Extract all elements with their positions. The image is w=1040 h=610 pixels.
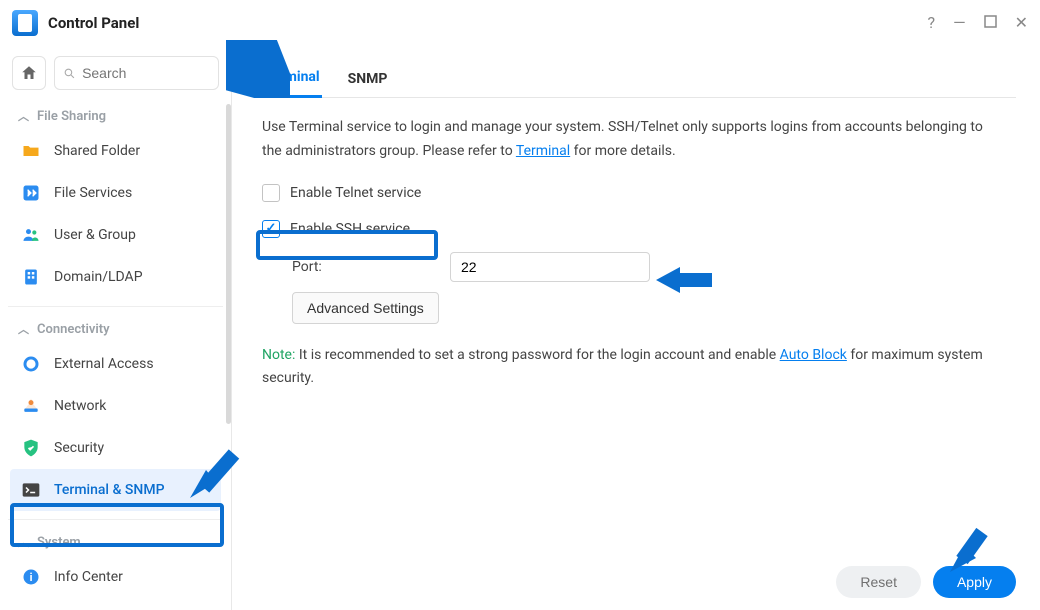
note-label: Note:	[262, 347, 295, 363]
group-label: File Sharing	[37, 109, 106, 124]
sidebar-item-shared-folder[interactable]: Shared Folder	[10, 130, 221, 172]
help-icon[interactable]: ?	[928, 15, 936, 31]
sidebar-item-label: Shared Folder	[54, 143, 140, 159]
file-services-icon	[20, 182, 42, 204]
chevron-up-icon: ︿	[18, 108, 29, 124]
sidebar-item-file-services[interactable]: File Services	[10, 172, 221, 214]
sidebar-item-login-portal[interactable]: Login Portal	[10, 598, 221, 610]
group-label: Connectivity	[37, 322, 110, 337]
sidebar-item-terminal-snmp[interactable]: Terminal & SNMP	[10, 469, 221, 511]
minimize-icon[interactable]: —	[953, 15, 966, 31]
content-pane: Terminal SNMP Use Terminal service to lo…	[232, 46, 1040, 610]
sidebar-item-info-center[interactable]: i Info Center	[10, 556, 221, 598]
tabs: Terminal SNMP	[262, 64, 1016, 98]
auto-block-link[interactable]: Auto Block	[780, 347, 847, 363]
advanced-settings-button[interactable]: Advanced Settings	[292, 292, 439, 324]
user-group-icon	[20, 224, 42, 246]
info-icon: i	[20, 566, 42, 588]
terminal-icon	[20, 479, 42, 501]
sidebar-item-user-group[interactable]: User & Group	[10, 214, 221, 256]
enable-telnet-label: Enable Telnet service	[290, 185, 421, 201]
network-icon	[20, 395, 42, 417]
chevron-up-icon: ︿	[18, 321, 29, 337]
port-label: Port:	[292, 259, 440, 275]
description-text: Use Terminal service to login and manage…	[262, 116, 1002, 164]
window-title: Control Panel	[48, 14, 139, 32]
search-box[interactable]	[54, 56, 219, 90]
sidebar-item-security[interactable]: Security	[10, 427, 221, 469]
group-header-system[interactable]: ︿ System	[8, 528, 223, 556]
reset-button[interactable]: Reset	[836, 566, 921, 598]
group-label: System	[37, 535, 81, 550]
enable-telnet-checkbox[interactable]	[262, 184, 280, 202]
enable-ssh-label: Enable SSH service	[290, 221, 410, 237]
tab-snmp[interactable]: SNMP	[346, 71, 390, 97]
close-icon[interactable]: ✕	[1015, 15, 1028, 31]
home-button[interactable]	[12, 56, 46, 90]
note-text: Note: It is recommended to set a strong …	[262, 344, 1002, 392]
maximize-icon[interactable]	[984, 15, 997, 31]
search-input[interactable]	[82, 65, 210, 81]
sidebar-item-domain-ldap[interactable]: Domain/LDAP	[10, 256, 221, 298]
sidebar-item-label: Terminal & SNMP	[54, 482, 165, 498]
ssh-checkbox-row: Enable SSH service	[262, 216, 1016, 242]
scrollbar-thumb[interactable]	[226, 104, 231, 424]
svg-text:i: i	[30, 571, 33, 584]
title-bar: Control Panel ? — ✕	[0, 0, 1040, 46]
tab-terminal[interactable]: Terminal	[262, 69, 322, 98]
sidebar-item-label: Info Center	[54, 569, 123, 585]
sidebar-item-label: Security	[54, 440, 104, 456]
divider	[8, 306, 223, 307]
sidebar-item-label: Network	[54, 398, 106, 414]
note-pre: It is recommended to set a strong passwo…	[295, 347, 779, 363]
group-header-connectivity[interactable]: ︿ Connectivity	[8, 315, 223, 343]
divider	[8, 519, 223, 520]
sidebar: ︿ File Sharing Shared Folder File Servic…	[0, 46, 232, 610]
sidebar-item-label: File Services	[54, 185, 132, 201]
telnet-checkbox-row: Enable Telnet service	[262, 180, 1016, 206]
home-icon	[20, 64, 38, 82]
desc-post: for more details.	[570, 143, 676, 159]
sidebar-item-label: Domain/LDAP	[54, 269, 143, 285]
enable-ssh-checkbox[interactable]	[262, 220, 280, 238]
search-icon	[63, 66, 76, 81]
sidebar-item-label: User & Group	[54, 227, 136, 243]
sidebar-item-network[interactable]: Network	[10, 385, 221, 427]
external-access-icon	[20, 353, 42, 375]
chevron-up-icon: ︿	[18, 534, 29, 550]
shield-icon	[20, 437, 42, 459]
sidebar-item-label: External Access	[54, 356, 154, 372]
sidebar-item-external-access[interactable]: External Access	[10, 343, 221, 385]
port-input[interactable]	[450, 252, 650, 282]
app-icon	[12, 10, 38, 36]
window-controls: ? — ✕	[928, 15, 1028, 31]
domain-icon	[20, 266, 42, 288]
folder-icon	[20, 140, 42, 162]
terminal-link[interactable]: Terminal	[516, 143, 570, 159]
apply-button[interactable]: Apply	[933, 566, 1016, 598]
group-header-file-sharing[interactable]: ︿ File Sharing	[8, 102, 223, 130]
